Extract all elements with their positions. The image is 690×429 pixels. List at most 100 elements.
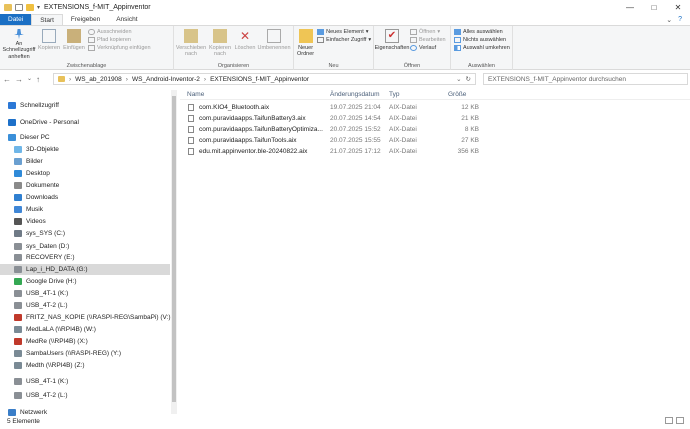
copy-path-button[interactable]: Pfad kopieren xyxy=(88,37,151,43)
sidebar-item[interactable]: sys_Daten (D:) xyxy=(0,241,69,252)
details-view-icon[interactable] xyxy=(665,417,673,424)
sidebar-item[interactable]: 3D-Objekte xyxy=(0,144,59,155)
file-icon xyxy=(188,137,194,144)
documents-icon xyxy=(14,182,22,189)
new-folder-icon[interactable] xyxy=(26,3,34,11)
scrollbar-thumb[interactable] xyxy=(172,96,176,402)
sidebar-item[interactable]: Schnellzugriff xyxy=(0,100,59,111)
sidebar-item[interactable]: Musik xyxy=(0,204,43,215)
tab-start[interactable]: Start xyxy=(31,14,63,25)
help-icon[interactable]: ? xyxy=(678,16,682,23)
breadcrumb-item[interactable]: EXTENSIONS_f-MIT_Appinventor xyxy=(210,76,309,83)
sidebar-item[interactable]: Desktop xyxy=(0,168,50,179)
sidebar-item[interactable]: FRITZ_NAS_KOPIE (\\RASPI-REG\SambaPi) (V… xyxy=(0,312,171,323)
sidebar-item[interactable]: USB_4T-1 (K:) xyxy=(0,376,68,387)
nav-scrollbar[interactable] xyxy=(171,90,177,414)
sidebar-item[interactable]: MedRe (\\RPI4B) (X:) xyxy=(0,336,88,347)
sidebar-item[interactable]: Dokumente xyxy=(0,180,59,191)
up-arrow-icon[interactable]: ↑ xyxy=(36,75,40,84)
file-date: 21.07.2025 17:12 xyxy=(330,148,381,155)
breadcrumb-item[interactable]: WS_Android-Inventor-2 xyxy=(132,76,200,83)
history-button[interactable]: Verlauf xyxy=(410,45,446,51)
delete-button[interactable]: ✕ Löschen xyxy=(235,28,256,60)
sidebar-item[interactable]: sys_SYS (C:) xyxy=(0,228,65,239)
sidebar-item-label: 3D-Objekte xyxy=(26,146,59,153)
cut-button[interactable]: Ausschneiden xyxy=(88,29,151,35)
easy-access-button[interactable]: Einfacher Zugriff ▾ xyxy=(317,37,371,43)
select-all-button[interactable]: Alles auswählen xyxy=(454,29,510,35)
sidebar-item[interactable]: USB_4T-2 (L:) xyxy=(0,300,68,311)
customize-chevron-icon[interactable]: ▾ xyxy=(37,4,40,11)
sidebar-item[interactable]: Google Drive (H:) xyxy=(0,276,77,287)
sidebar-item-label: RECOVERY (E:) xyxy=(26,254,75,261)
new-item-button[interactable]: Neues Element ▾ xyxy=(317,29,371,35)
table-row[interactable]: com.puravidaapps.TaifunTools.aix 20.07.20… xyxy=(180,136,510,146)
open-icon xyxy=(410,29,417,35)
file-type: AIX-Datei xyxy=(389,126,417,133)
new-folder-button[interactable]: Neuer Ordner xyxy=(297,28,314,60)
maximize-button[interactable]: □ xyxy=(642,0,666,14)
copy-button[interactable]: Kopieren xyxy=(38,28,60,60)
tab-file[interactable]: Datei xyxy=(0,14,32,25)
column-size[interactable]: Größe xyxy=(448,91,466,98)
back-arrow-icon[interactable]: ← xyxy=(3,75,11,84)
column-type[interactable]: Typ xyxy=(389,91,399,98)
folder-icon xyxy=(58,76,65,82)
rename-button[interactable]: Umbenennen xyxy=(257,28,291,60)
table-row[interactable]: com.puravidaapps.TaifunBattery3.aix 20.07… xyxy=(180,114,510,124)
forward-arrow-icon[interactable]: → xyxy=(15,75,23,84)
file-name: com.KIO4_Bluetooth.aix xyxy=(199,104,270,111)
breadcrumb[interactable]: › WS_ab_201908 › WS_Android-Inventor-2 ›… xyxy=(53,73,476,85)
move-to-button[interactable]: Verschieben nach xyxy=(176,28,206,60)
drive-icon xyxy=(14,254,22,261)
sidebar-item[interactable]: Videos xyxy=(0,216,46,227)
tab-view[interactable]: Ansicht xyxy=(108,14,145,25)
sidebar-item[interactable]: OneDrive - Personal xyxy=(0,117,79,128)
open-button[interactable]: Öffnen ▾ xyxy=(410,29,446,35)
select-none-icon xyxy=(454,37,461,43)
sidebar-item[interactable]: Lap_i_HD_DATA (G:) xyxy=(0,264,170,275)
sidebar-item[interactable]: USB_4T-1 (K:) xyxy=(0,288,68,299)
column-date[interactable]: Änderungsdatum xyxy=(330,91,380,98)
search-input[interactable]: EXTENSIONS_f-MIT_Appinventor durchsuchen xyxy=(483,73,688,85)
pin-quick-access-button[interactable]: An Schnellzugriff anheften xyxy=(3,28,35,60)
sidebar-item[interactable]: Dieser PC xyxy=(0,132,50,143)
file-size: 12 KB xyxy=(461,104,479,111)
paste-button[interactable]: Einfügen xyxy=(63,28,85,60)
properties-icon[interactable] xyxy=(15,3,23,11)
table-row[interactable]: com.puravidaapps.TaifunBatteryOptimiza..… xyxy=(180,125,510,135)
paste-icon xyxy=(67,29,81,43)
properties-button[interactable]: ✔ Eigenschaften xyxy=(375,28,409,60)
sidebar-item-label: SambaUsers (\\RASPI-REG) (Y:) xyxy=(26,350,121,357)
dropdown-icon[interactable]: ⌄ xyxy=(456,75,461,83)
invert-selection-button[interactable]: Auswahl umkehren xyxy=(454,45,510,51)
sidebar-item[interactable]: MedLaLA (\\RPI4B) (W:) xyxy=(0,324,96,335)
invert-selection-icon xyxy=(454,45,461,51)
expand-ribbon-icon[interactable]: ⌄ xyxy=(666,16,672,24)
refresh-icon[interactable]: ↻ xyxy=(466,75,471,83)
sidebar-item[interactable]: Downloads xyxy=(0,192,58,203)
edit-button[interactable]: Bearbeiten xyxy=(410,37,446,43)
pin-icon xyxy=(14,29,24,40)
title-bar: ▾ EXTENSIONS_f-MIT_Appinventor — □ ✕ xyxy=(0,0,690,14)
sidebar-item[interactable]: Medth (\\RPI4B) (Z:) xyxy=(0,360,85,371)
minimize-button[interactable]: — xyxy=(618,0,642,14)
scissors-icon xyxy=(88,29,95,35)
file-size: 21 KB xyxy=(461,115,479,122)
table-row[interactable]: edu.mit.appinventor.ble-20240822.aix 21.0… xyxy=(180,147,510,157)
file-name: com.puravidaapps.TaifunTools.aix xyxy=(199,137,297,144)
breadcrumb-item[interactable]: WS_ab_201908 xyxy=(75,76,122,83)
paste-shortcut-button[interactable]: Verknüpfung einfügen xyxy=(88,45,151,51)
select-none-button[interactable]: Nichts auswählen xyxy=(454,37,510,43)
recent-chevron-icon[interactable]: ⌄ xyxy=(27,75,32,84)
copy-to-button[interactable]: Kopieren nach xyxy=(208,28,232,60)
sidebar-item[interactable]: Bilder xyxy=(0,156,43,167)
close-button[interactable]: ✕ xyxy=(666,0,690,14)
table-row[interactable]: com.KIO4_Bluetooth.aix 19.07.2025 21:04 AI… xyxy=(180,103,510,113)
sidebar-item[interactable]: USB_4T-2 (L:) xyxy=(0,390,68,401)
column-name[interactable]: Name xyxy=(187,91,204,98)
tab-share[interactable]: Freigeben xyxy=(63,14,108,25)
sidebar-item[interactable]: RECOVERY (E:) xyxy=(0,252,75,263)
sidebar-item[interactable]: SambaUsers (\\RASPI-REG) (Y:) xyxy=(0,348,121,359)
large-icons-view-icon[interactable] xyxy=(676,417,684,424)
